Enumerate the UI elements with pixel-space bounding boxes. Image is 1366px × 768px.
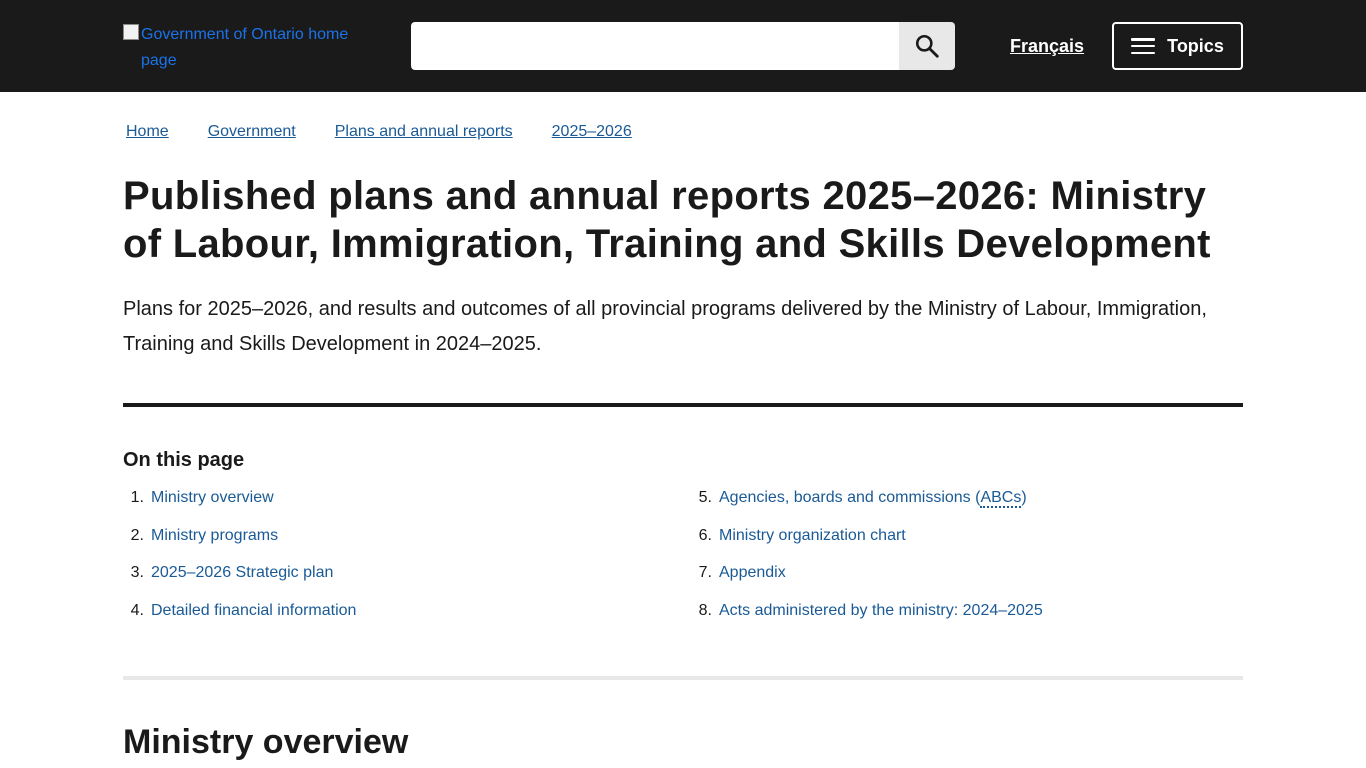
toc-link-agencies-text: Agencies, boards and commissions ( [719,489,981,506]
toc-number: 7. [698,564,712,582]
breadcrumb-link-plans-reports[interactable]: Plans and annual reports [332,121,513,143]
site-header: Government of Ontario home page Français… [0,0,1366,92]
on-this-page-heading: On this page [123,449,245,471]
search-input[interactable] [411,22,899,70]
lead-paragraph: Plans for 2025–2026, and results and out… [123,298,1207,355]
toc-link-ministry-programs[interactable]: Ministry programs [151,524,278,562]
breadcrumb-link-government[interactable]: Government [205,121,296,143]
toc-link-agencies[interactable]: Agencies, boards and commissions (ABCs) [719,486,1027,524]
toc-item: 8. Acts administered by the ministry: 20… [691,599,1043,637]
toc-number: 5. [698,489,712,506]
toc-link-appendix[interactable]: Appendix [719,561,786,599]
search-icon [915,34,939,58]
toc-number: 2. [130,526,144,544]
header-divider [123,403,1243,407]
topics-menu-button[interactable]: Topics [1112,22,1243,70]
toc-link-ministry-overview[interactable]: Ministry overview [151,486,274,524]
search-bar [411,22,955,70]
toc-item: 1. Ministry overview [123,486,356,524]
toc-item: 2. Ministry programs [123,524,356,562]
toc-item: 4. Detailed financial information [123,599,357,637]
breadcrumb: Home Government Plans and annual reports… [123,121,668,143]
section-divider [123,676,1243,680]
toc-list-right: 5. Agencies, boards and commissions (ABC… [691,486,1043,637]
logo-alt-text[interactable]: Government of Ontario home page [141,22,353,74]
toc-number: 3. [130,564,144,582]
toc-link-organization-chart[interactable]: Ministry organization chart [719,524,906,562]
toc-item: 6. Ministry organization chart [691,524,1043,562]
page-title: Published plans and annual reports 2025–… [123,174,1211,266]
broken-image-icon [123,24,139,40]
toc-link-strategic-plan[interactable]: 2025–2026 Strategic plan [151,561,333,599]
toc-item: 5. Agencies, boards and commissions (ABC… [691,486,1043,524]
menu-icon [1131,38,1156,54]
breadcrumb-link-home[interactable]: Home [123,121,169,143]
toc-link-agencies-close: ) [1021,489,1027,506]
toc-number: 6. [698,526,712,544]
search-button[interactable] [899,22,955,70]
toc-number: 4. [130,602,144,620]
toc-item: 3. 2025–2026 Strategic plan [123,561,356,599]
language-toggle-link[interactable]: Français [1002,22,1092,70]
topics-label: Topics [1167,35,1224,56]
toc-number: 8. [698,602,712,620]
section-heading-ministry-overview: Ministry overview [123,723,409,761]
toc-link-financial-information[interactable]: Detailed financial information [151,599,356,637]
breadcrumb-link-year[interactable]: 2025–2026 [549,121,632,143]
government-logo[interactable]: Government of Ontario home page [123,22,353,74]
abbreviation-abcs: ABCs [980,489,1022,508]
toc-link-acts-administered[interactable]: Acts administered by the ministry: 2024–… [719,599,1043,637]
toc-number: 1. [130,489,144,506]
toc-list-left: 1. Ministry overview 2. Ministry program… [123,486,357,637]
toc-item: 7. Appendix [691,561,1043,599]
